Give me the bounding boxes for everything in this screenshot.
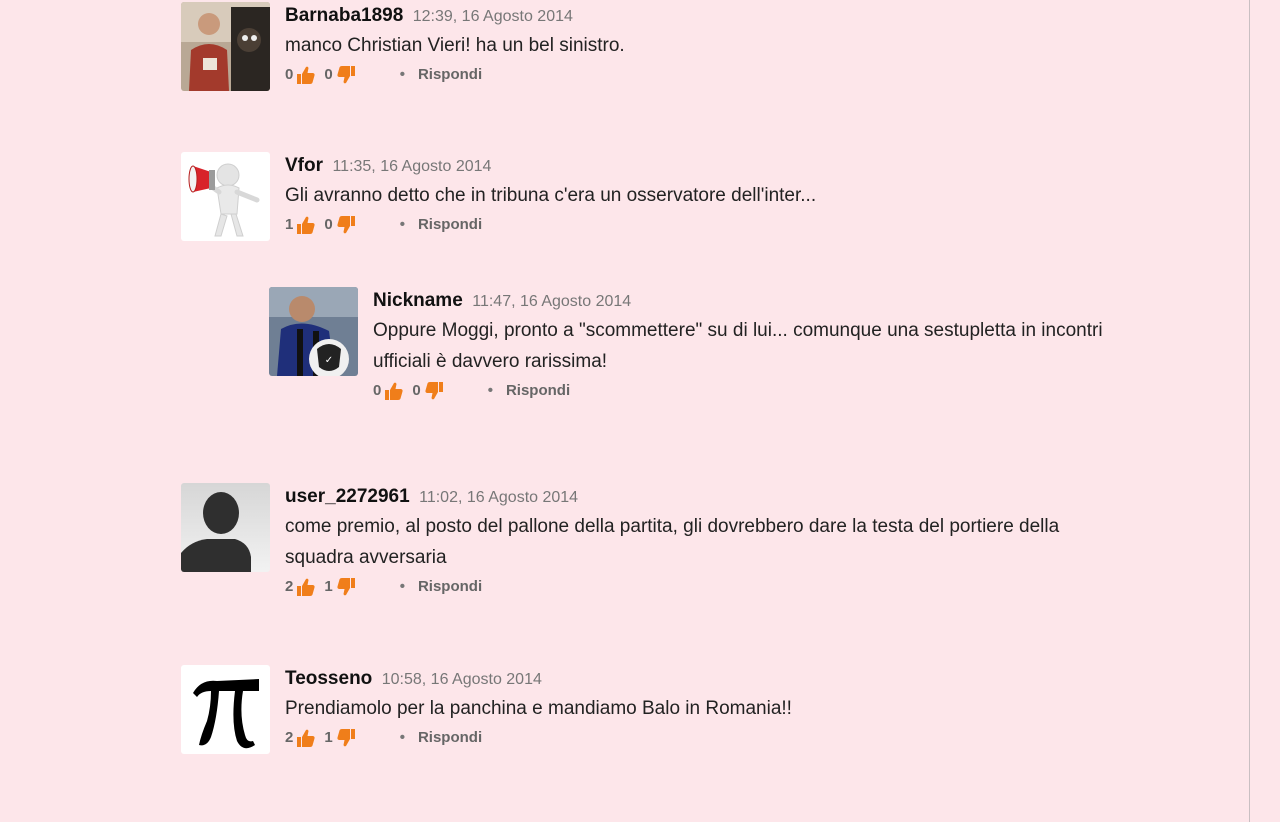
reply-link[interactable]: Rispondi xyxy=(418,213,482,237)
comment-text: Prendiamolo per la panchina e mandiamo B… xyxy=(285,698,792,719)
like-count: 0 xyxy=(373,382,382,399)
comment-author[interactable]: Barnaba1898 xyxy=(285,5,403,26)
comment-author[interactable]: Teosseno xyxy=(285,668,372,689)
separator-dot: • xyxy=(487,382,493,399)
thumbs-down-icon[interactable] xyxy=(336,577,356,597)
comment-item: Teosseno 10:58, 16 Agosto 2014 Prendiamo… xyxy=(181,665,1081,775)
separator-dot: • xyxy=(399,216,405,233)
comments-page: Barnaba1898 12:39, 16 Agosto 2014 manco … xyxy=(0,0,1280,822)
dislike-count: 1 xyxy=(324,578,333,595)
avatar[interactable]: ✓ xyxy=(269,287,358,376)
thumbs-down-icon[interactable] xyxy=(336,65,356,85)
comment-text: Oppure Moggi, pronto a "scommettere" su … xyxy=(373,320,1103,372)
comment-actions: 0 0 • Rispondi xyxy=(285,63,1145,87)
thumbs-up-icon[interactable] xyxy=(296,215,316,235)
dislike-count: 1 xyxy=(324,729,333,746)
reply-link[interactable]: Rispondi xyxy=(418,575,482,599)
separator-dot: • xyxy=(399,729,405,746)
reply-link[interactable]: Rispondi xyxy=(506,379,570,403)
like-count: 2 xyxy=(285,578,294,595)
comment-item: user_2272961 11:02, 16 Agosto 2014 come … xyxy=(181,483,1081,613)
comment-author[interactable]: Nickname xyxy=(373,290,463,311)
separator-dot: • xyxy=(399,578,405,595)
reply-link[interactable]: Rispondi xyxy=(418,63,482,87)
thumbs-down-icon[interactable] xyxy=(424,381,444,401)
avatar[interactable] xyxy=(181,483,270,572)
comment-actions: 0 0 • Rispondi xyxy=(373,379,1233,403)
comment-actions: 1 0 • Rispondi xyxy=(285,213,1145,237)
thumbs-down-icon[interactable] xyxy=(336,728,356,748)
thumbs-up-icon[interactable] xyxy=(296,65,316,85)
thumbs-up-icon[interactable] xyxy=(296,728,316,748)
comment-author[interactable]: Vfor xyxy=(285,155,323,176)
separator-dot: • xyxy=(399,66,405,83)
comment-item: Vfor 11:35, 16 Agosto 2014 Gli avranno d… xyxy=(181,152,1081,262)
dislike-count: 0 xyxy=(324,66,333,83)
comment-timestamp: 10:58, 16 Agosto 2014 xyxy=(381,671,542,688)
reply-link[interactable]: Rispondi xyxy=(418,726,482,750)
dislike-count: 0 xyxy=(324,216,333,233)
thumbs-up-icon[interactable] xyxy=(296,577,316,597)
like-count: 1 xyxy=(285,216,294,233)
comment-timestamp: 11:35, 16 Agosto 2014 xyxy=(332,158,492,175)
thumbs-up-icon[interactable] xyxy=(384,381,404,401)
avatar[interactable] xyxy=(181,665,270,754)
comment-actions: 2 1 • Rispondi xyxy=(285,575,1145,599)
comment-text: come premio, al posto del pallone della … xyxy=(285,516,1060,568)
page-divider xyxy=(1249,0,1250,822)
dislike-count: 0 xyxy=(412,382,421,399)
comment-text: manco Christian Vieri! ha un bel sinistr… xyxy=(285,35,625,56)
comment-timestamp: 11:47, 16 Agosto 2014 xyxy=(472,293,632,310)
like-count: 0 xyxy=(285,66,294,83)
avatar[interactable] xyxy=(181,2,270,91)
comment-author[interactable]: user_2272961 xyxy=(285,486,410,507)
comment-timestamp: 11:02, 16 Agosto 2014 xyxy=(419,489,579,506)
thumbs-down-icon[interactable] xyxy=(336,215,356,235)
comment-text: Gli avranno detto che in tribuna c'era u… xyxy=(285,185,817,206)
svg-text:✓: ✓ xyxy=(325,355,333,366)
comment-actions: 2 1 • Rispondi xyxy=(285,726,1145,750)
like-count: 2 xyxy=(285,729,294,746)
reply-comment-item: ✓ Nickname 11:47, 16 Agosto 2014 Oppure … xyxy=(269,287,1169,417)
comment-timestamp: 12:39, 16 Agosto 2014 xyxy=(412,8,573,25)
comment-item: Barnaba1898 12:39, 16 Agosto 2014 manco … xyxy=(181,2,1081,112)
avatar[interactable] xyxy=(181,152,270,241)
